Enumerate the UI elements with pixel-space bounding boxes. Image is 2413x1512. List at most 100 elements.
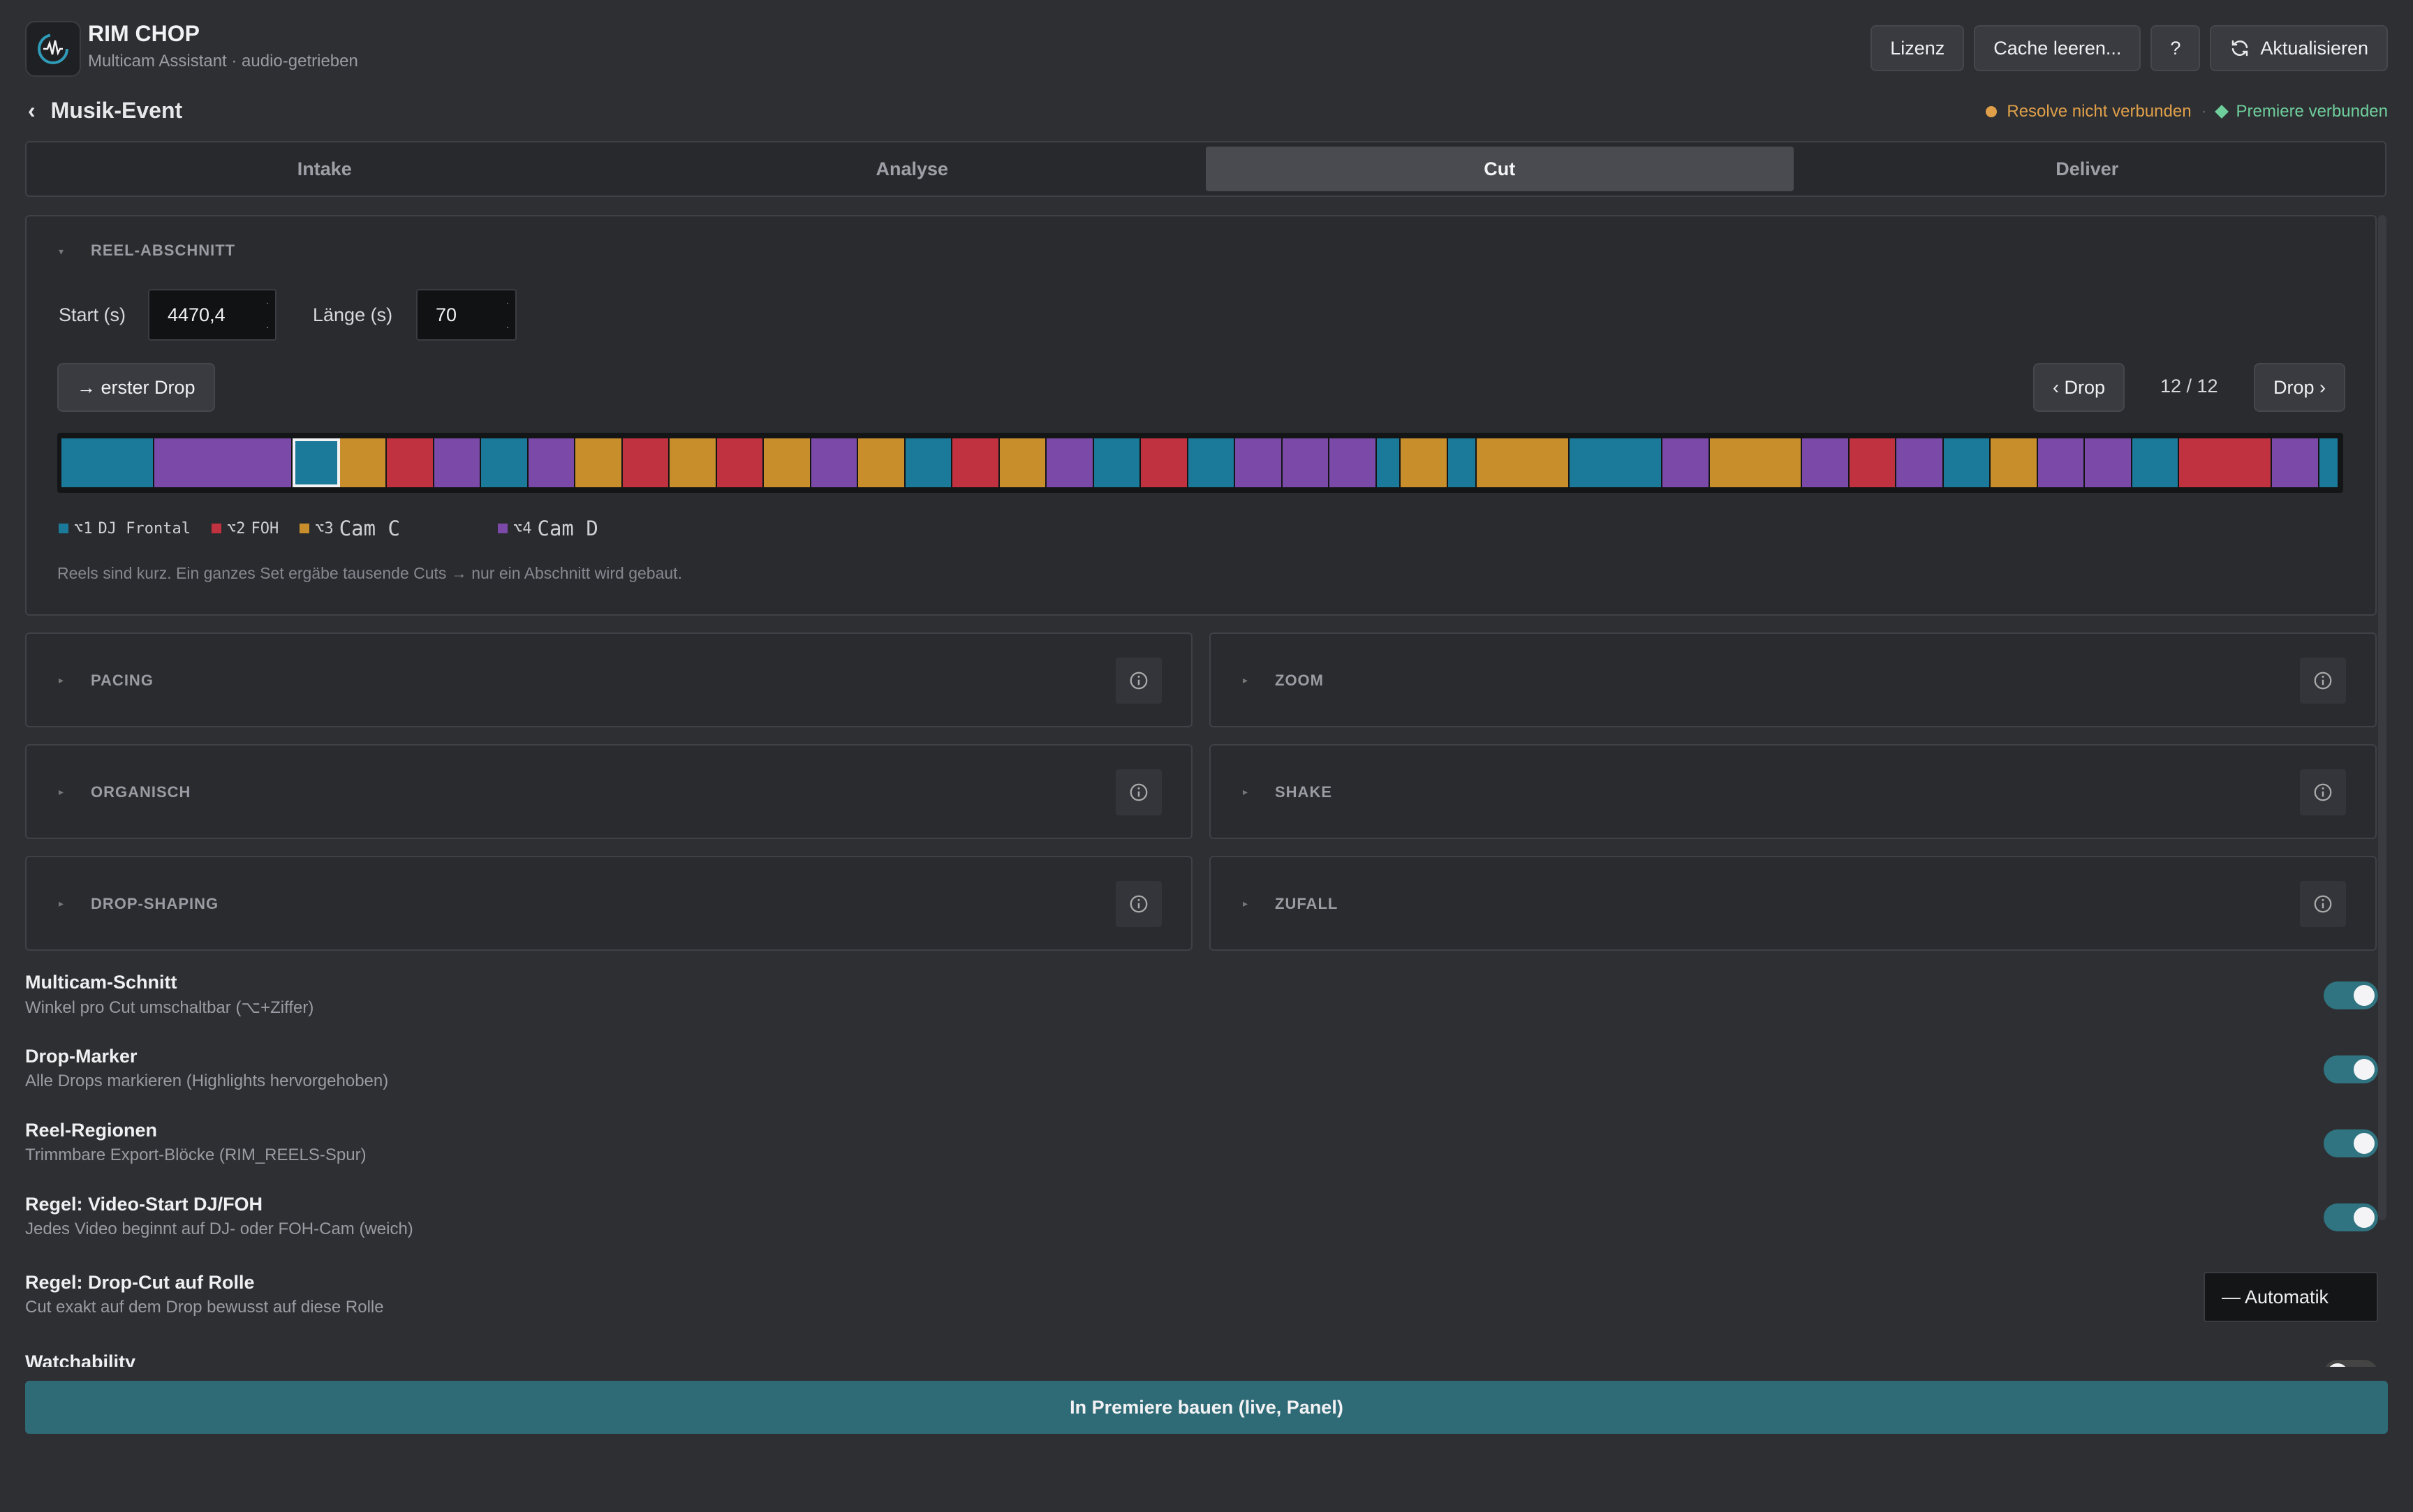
timeline-segment[interactable] [2085,438,2132,487]
section-title: ZUFALL [1275,895,1338,912]
toggle-switch[interactable] [2324,1129,2378,1157]
timeline-segment[interactable] [2179,438,2273,487]
timeline-segment[interactable] [1235,438,1283,487]
next-drop-button[interactable]: Drop › [2254,363,2346,412]
toggle-subtitle: Alle Drops markieren (Highlights hervorg… [25,1072,389,1090]
timeline-segment[interactable] [1849,438,1897,487]
toggle-switch[interactable] [2324,981,2378,1009]
info-button[interactable] [1116,769,1162,815]
tab-analyse[interactable]: Analyse [619,147,1206,191]
tab-deliver[interactable]: Deliver [1794,147,2382,191]
timeline-segment[interactable] [1329,438,1377,487]
timeline-segment[interactable] [905,438,953,487]
expand-caret-icon[interactable]: ▸ [1243,898,1248,910]
timeline-segment[interactable] [1447,438,1477,487]
refresh-icon [2232,40,2248,57]
timeline-segment[interactable] [999,438,1047,487]
timeline-segment[interactable] [622,438,670,487]
timeline-segment[interactable] [575,438,623,487]
timeline-segment[interactable] [293,438,340,487]
drop-cut-role-select[interactable]: — Automatik [2204,1272,2378,1322]
license-button[interactable]: Lizenz [1870,25,1965,71]
first-drop-button[interactable]: → erster Drop [57,363,215,412]
timeline-segment[interactable] [1188,438,1236,487]
timeline-segment[interactable] [670,438,717,487]
settings-section-zoom[interactable]: ▸ ZOOM [1209,632,2377,727]
timeline-segment[interactable] [2319,438,2339,487]
timeline-segment[interactable] [1376,438,1401,487]
info-button[interactable] [2300,658,2346,704]
settings-section-zufall[interactable]: ▸ ZUFALL [1209,856,2377,951]
timeline-segment[interactable] [434,438,482,487]
help-button[interactable]: ? [2150,25,2201,71]
timeline-segment[interactable] [1662,438,1710,487]
timeline-segment[interactable] [764,438,811,487]
timeline-segment[interactable] [952,438,1000,487]
tab-intake[interactable]: Intake [31,147,619,191]
build-in-premiere-button[interactable]: In Premiere bauen (live, Panel) [25,1381,2388,1434]
expand-caret-icon[interactable]: ▸ [59,674,64,686]
tab-cut[interactable]: Cut [1206,147,1794,191]
toggle-switch[interactable] [2324,1055,2378,1083]
timeline-segment[interactable] [528,438,576,487]
timeline-segment[interactable] [1401,438,1448,487]
collapse-caret-icon[interactable]: ▾ [59,246,64,258]
back-chevron-icon[interactable]: ‹ [28,98,36,124]
length-input[interactable]: 70 ˙. [416,289,517,341]
timeline-segment[interactable] [811,438,859,487]
timeline-segment[interactable] [1047,438,1094,487]
expand-caret-icon[interactable]: ▸ [1243,786,1248,798]
refresh-button[interactable]: Aktualisieren [2210,25,2388,71]
prev-drop-button[interactable]: ‹ Drop [2033,363,2125,412]
clear-cache-button[interactable]: Cache leeren... [1974,25,2141,71]
timeline-segment[interactable] [858,438,906,487]
drop-cut-subtitle: Cut exakt auf dem Drop bewusst auf diese… [25,1298,384,1317]
timeline-segment[interactable] [61,438,154,487]
timeline-segment[interactable] [1991,438,2038,487]
info-button[interactable] [1116,658,1162,704]
timeline-segment[interactable] [1570,438,1663,487]
start-input[interactable]: 4470,4 ˙. [148,289,276,341]
expand-caret-icon[interactable]: ▸ [59,786,64,798]
scrollbar[interactable] [2378,215,2386,1220]
timeline-segment[interactable] [481,438,529,487]
timeline-segment[interactable] [339,438,388,487]
info-button[interactable] [2300,769,2346,815]
timeline-segment[interactable] [1477,438,1570,487]
timeline-segment[interactable] [1802,438,1850,487]
legend-item: ⌥2 FOH [211,520,279,538]
info-button[interactable] [2300,881,2346,927]
timeline-segment[interactable] [1282,438,1330,487]
timeline-segment[interactable] [1896,438,1944,487]
toggle-switch[interactable] [2324,1203,2378,1231]
settings-section-organisch[interactable]: ▸ ORGANISCH [25,744,1193,839]
timeline-segment[interactable] [154,438,293,487]
watchability-toggle[interactable] [2324,1360,2378,1367]
timeline-segment[interactable] [1093,438,1142,487]
settings-section-pacing[interactable]: ▸ PACING [25,632,1193,727]
legend-item: ⌥4 Cam D [498,517,598,540]
settings-section-drop-shaping[interactable]: ▸ DROP-SHAPING [25,856,1193,951]
expand-caret-icon[interactable]: ▸ [59,898,64,910]
timeline-segment[interactable] [2272,438,2319,487]
toggle-subtitle: Trimmbare Export-Blöcke (RIM_REELS-Spur) [25,1146,367,1164]
start-stepper-icon[interactable]: ˙. [266,297,270,334]
app-subtitle: Multicam Assistant · audio-getrieben [88,52,358,71]
toggle-title: Multicam-Schnitt [25,972,177,993]
info-button[interactable] [1116,881,1162,927]
timeline-segment[interactable] [387,438,434,487]
section-title: SHAKE [1275,783,1333,801]
timeline-segment[interactable] [1943,438,1991,487]
legend-key: ⌥3 [315,519,334,538]
timeline-segment[interactable] [2037,438,2086,487]
app-title: RIM CHOP [88,21,200,46]
app-logo [25,21,81,77]
settings-section-shake[interactable]: ▸ SHAKE [1209,744,2377,839]
timeline-segment[interactable] [716,438,765,487]
timeline-segment[interactable] [1141,438,1188,487]
length-stepper-icon[interactable]: ˙. [506,297,510,334]
timeline-segment[interactable] [1709,438,1803,487]
timeline-segment[interactable] [2132,438,2180,487]
cut-timeline[interactable] [57,433,2343,493]
expand-caret-icon[interactable]: ▸ [1243,674,1248,686]
